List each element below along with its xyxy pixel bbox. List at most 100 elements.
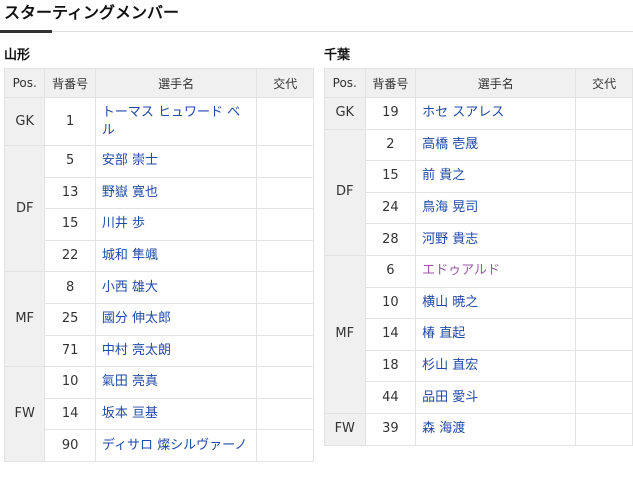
position-cell: FW xyxy=(324,412,366,446)
table-row: GK 19 ホセ スアレス xyxy=(324,97,633,130)
table-row: 10 横山 暁之 xyxy=(325,286,633,320)
table-row: DF 5 安部 崇士 xyxy=(3,144,314,273)
number-cell: 8 xyxy=(44,271,96,304)
player-link[interactable]: 坂本 亘基 xyxy=(102,406,158,421)
table-row: DF 2 高橋 壱晟 xyxy=(324,128,633,256)
team-lineup-chiba: 千葉 Pos. 背番号 選手名 交代 GK 19 ホセ スアレス DF 2 高橋 xyxy=(324,46,633,446)
position-cell: DF xyxy=(3,144,46,273)
player-link[interactable]: 河野 貴志 xyxy=(422,232,478,247)
number-cell: 15 xyxy=(44,208,96,241)
player-link[interactable]: 野嶽 寛也 xyxy=(102,185,158,200)
player-cell: 中村 亮太朗 xyxy=(94,334,258,368)
number-cell: 6 xyxy=(364,254,417,288)
player-link[interactable]: 中村 亮太朗 xyxy=(102,343,171,358)
table-row: 90 ディサロ 燦シルヴァーノ xyxy=(5,429,314,462)
player-cell: 野嶽 寛也 xyxy=(94,176,258,210)
player-link[interactable]: ディサロ 燦シルヴァーノ xyxy=(102,438,247,453)
substitution-cell xyxy=(256,302,314,336)
substitution-cell xyxy=(575,97,633,130)
team-lineup-yamagata: 山形 Pos. 背番号 選手名 交代 GK 1 トーマス ヒュワード ベル DF… xyxy=(3,46,314,462)
header-pos: Pos. xyxy=(3,68,46,98)
section-title: スターティングメンバー xyxy=(4,3,180,22)
player-link[interactable]: 城和 隼颯 xyxy=(102,248,158,263)
player-cell: 鳥海 晃司 xyxy=(415,191,577,225)
header-number: 背番号 xyxy=(364,68,417,98)
header-number: 背番号 xyxy=(44,68,96,98)
player-link[interactable]: トーマス ヒュワード ベル xyxy=(102,105,240,138)
header-substitution: 交代 xyxy=(256,68,314,98)
table-row: MF 6 エドゥアルド xyxy=(324,254,633,414)
substitution-cell xyxy=(575,160,633,193)
substitution-cell xyxy=(575,318,633,351)
player-link[interactable]: 氣田 亮真 xyxy=(102,374,158,389)
number-cell: 14 xyxy=(364,318,417,351)
table-row: GK 1 トーマス ヒュワード ベル xyxy=(3,97,314,146)
player-link[interactable]: ホセ スアレス xyxy=(422,105,504,120)
header-player: 選手名 xyxy=(415,68,577,98)
player-cell: 坂本 亘基 xyxy=(94,397,258,431)
substitution-cell xyxy=(256,97,314,146)
position-cell: DF xyxy=(324,128,366,256)
table-header-row: Pos. 背番号 選手名 交代 xyxy=(3,68,314,98)
substitution-cell xyxy=(256,145,314,178)
player-link[interactable]: 森 海渡 xyxy=(422,421,465,436)
table-row: 14 椿 直起 xyxy=(325,318,633,351)
player-link[interactable]: 前 貴之 xyxy=(422,168,465,183)
player-cell: 城和 隼颯 xyxy=(94,239,258,273)
player-link[interactable]: 川井 歩 xyxy=(102,216,145,231)
substitution-cell xyxy=(256,239,314,273)
number-cell: 24 xyxy=(364,191,417,225)
team-name: 山形 xyxy=(4,48,31,63)
number-cell: 10 xyxy=(364,286,417,320)
player-cell: 前 貴之 xyxy=(415,160,577,193)
table-row: 18 杉山 直宏 xyxy=(325,349,633,383)
substitution-cell xyxy=(256,176,314,210)
table-row: 22 城和 隼颯 xyxy=(5,239,314,273)
team-name: 千葉 xyxy=(324,48,351,63)
title-divider xyxy=(0,31,633,32)
number-cell: 90 xyxy=(44,429,96,462)
player-cell: 安部 崇士 xyxy=(94,145,258,178)
player-cell: 杉山 直宏 xyxy=(415,349,577,383)
player-link[interactable]: 鳥海 晃司 xyxy=(422,200,478,215)
player-cell: 川井 歩 xyxy=(94,208,258,241)
number-cell: 19 xyxy=(364,97,417,130)
substitution-cell xyxy=(575,223,633,256)
substitution-cell xyxy=(575,349,633,383)
player-link[interactable]: エドゥアルド xyxy=(422,263,500,278)
substitution-cell xyxy=(575,381,633,414)
table-row: 15 川井 歩 xyxy=(5,208,314,241)
title-accent-bar xyxy=(0,30,52,33)
table-row: 13 野嶽 寛也 xyxy=(5,176,314,210)
player-cell: ディサロ 燦シルヴァーノ xyxy=(94,429,258,462)
player-cell: 品田 愛斗 xyxy=(415,381,577,414)
number-cell: 44 xyxy=(364,381,417,414)
player-link[interactable]: 安部 崇士 xyxy=(102,153,158,168)
substitution-cell xyxy=(575,128,633,162)
player-cell: 氣田 亮真 xyxy=(94,366,258,399)
player-link[interactable]: 國分 伸太郎 xyxy=(102,311,171,326)
number-cell: 71 xyxy=(44,334,96,368)
substitution-cell xyxy=(256,397,314,431)
player-link[interactable]: 椿 直起 xyxy=(422,326,465,341)
player-cell: 横山 暁之 xyxy=(415,286,577,320)
number-cell: 22 xyxy=(44,239,96,273)
number-cell: 18 xyxy=(364,349,417,383)
player-link[interactable]: 小西 雄大 xyxy=(102,280,158,295)
table-row: 28 河野 貴志 xyxy=(325,223,633,256)
header-substitution: 交代 xyxy=(575,68,633,98)
number-cell: 25 xyxy=(44,302,96,336)
table-row: 25 國分 伸太郎 xyxy=(5,302,314,336)
position-cell: GK xyxy=(324,97,366,130)
substitution-cell xyxy=(256,429,314,462)
player-link[interactable]: 品田 愛斗 xyxy=(422,390,478,405)
number-cell: 1 xyxy=(44,97,96,146)
player-link[interactable]: 杉山 直宏 xyxy=(422,358,478,373)
substitution-cell xyxy=(575,191,633,225)
table-row: FW 10 氣田 亮真 xyxy=(3,366,314,462)
player-link[interactable]: 高橋 壱晟 xyxy=(422,137,478,152)
player-link[interactable]: 横山 暁之 xyxy=(422,295,478,310)
table-row: 71 中村 亮太朗 xyxy=(5,334,314,368)
lineup-table: Pos. 背番号 選手名 交代 GK 1 トーマス ヒュワード ベル DF 5 … xyxy=(3,68,314,462)
substitution-cell xyxy=(256,366,314,399)
